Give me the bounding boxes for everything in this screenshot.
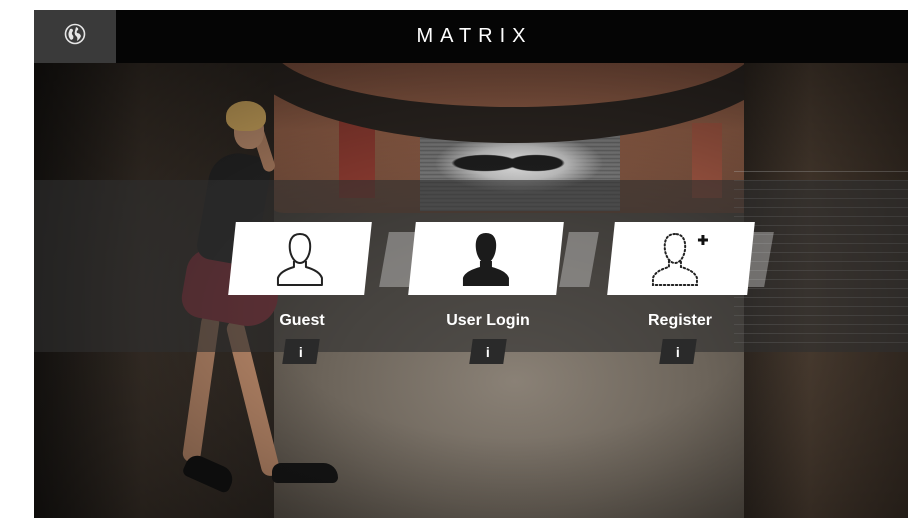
register-info-button[interactable]: i [659, 339, 697, 364]
guest-info-button[interactable]: i [282, 339, 320, 364]
guest-tile[interactable] [228, 222, 372, 295]
register-label: Register [647, 312, 713, 329]
user-login-label: User Login [446, 312, 530, 329]
user-add-icon [650, 230, 712, 288]
user-outline-icon [275, 230, 325, 288]
user-login-info-button[interactable]: i [469, 339, 507, 364]
user-login-tile[interactable] [408, 222, 564, 295]
register-tile[interactable] [607, 222, 755, 295]
brand-logo: MATRIX [416, 25, 533, 47]
kiosk-screen: MATRIX Guest i User Login i Register i [34, 10, 908, 518]
user-filled-icon [460, 230, 512, 288]
top-bar: MATRIX [34, 10, 908, 63]
guest-label: Guest [279, 312, 325, 329]
